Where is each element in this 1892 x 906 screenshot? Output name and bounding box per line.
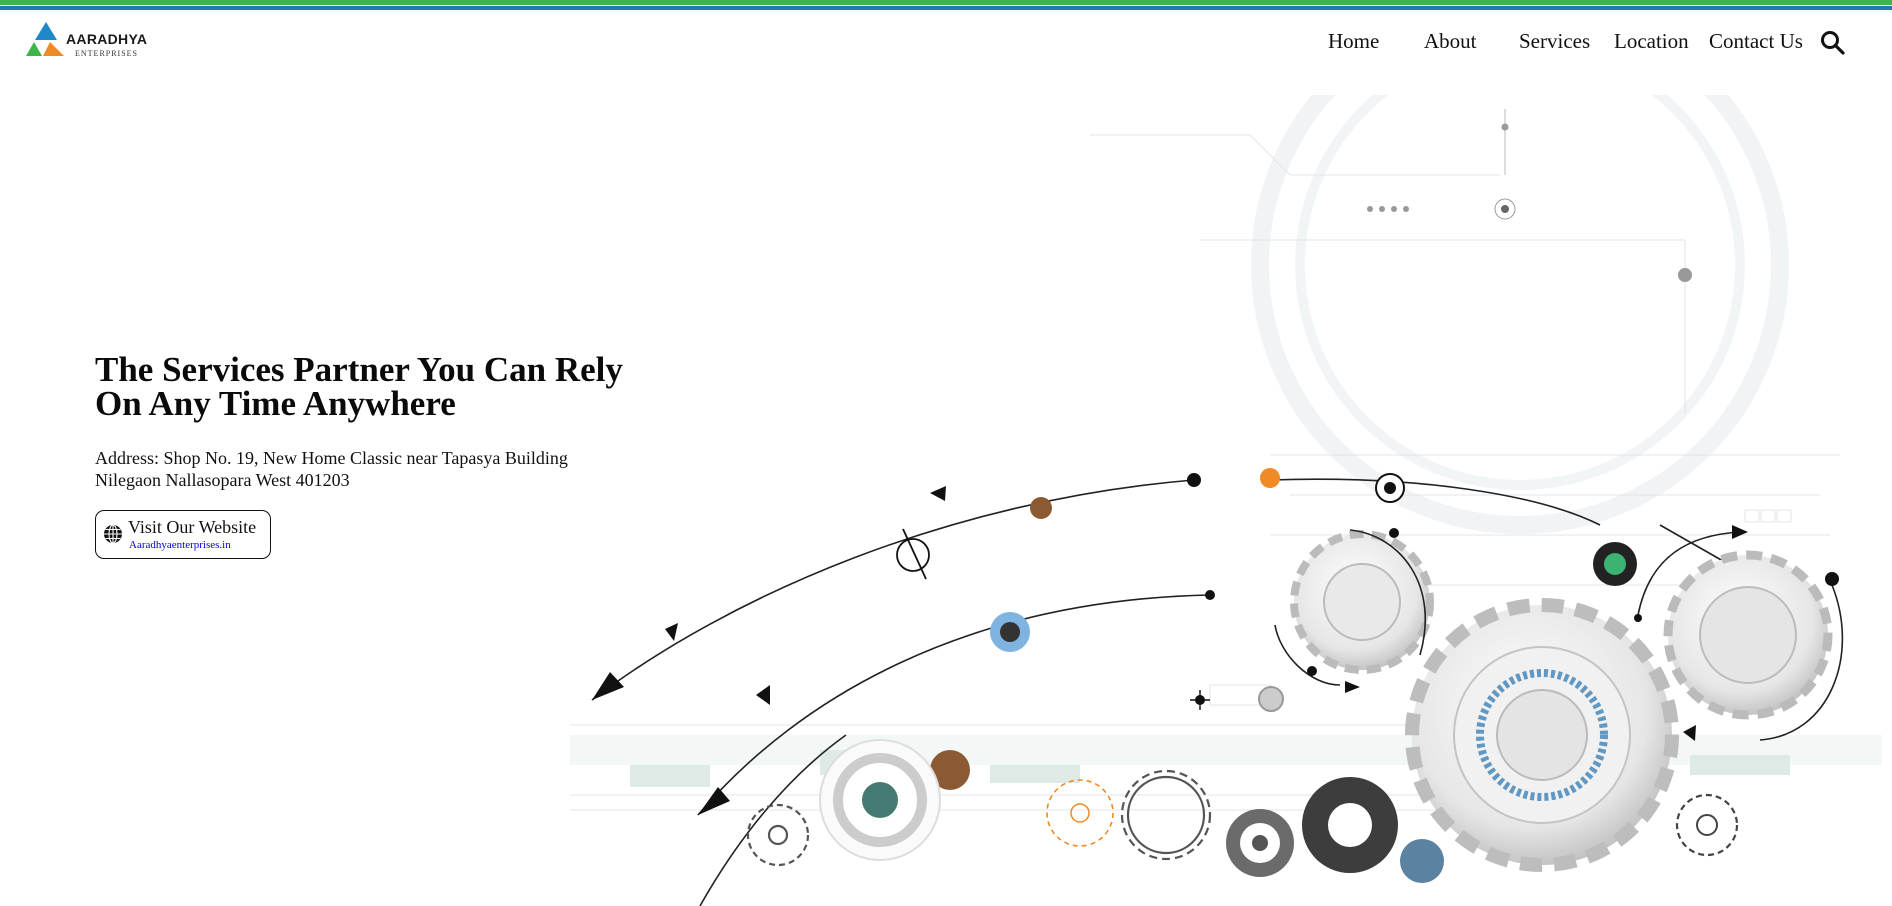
brand-name: AARADHYA — [66, 31, 148, 47]
hero-title: The Services Partner You Can Rely On Any… — [95, 350, 623, 423]
website-url-link[interactable]: Aaradhyaenterprises.in — [129, 539, 231, 551]
hero-address: Address: Shop No. 19, New Home Classic n… — [95, 448, 568, 490]
nav-services[interactable]: Services — [1519, 29, 1590, 54]
brand-logo[interactable]: AARADHYA ENTERPRISES — [26, 22, 166, 62]
nav-contact-us[interactable]: Contact Us — [1709, 29, 1803, 54]
nav-location[interactable]: Location — [1614, 29, 1689, 54]
nav-about[interactable]: About — [1424, 29, 1477, 54]
gears-illustration — [570, 95, 1882, 906]
brand-tagline: ENTERPRISES — [75, 49, 139, 58]
top-accent-bar — [0, 0, 1892, 11]
visit-website-button[interactable]: Visit Our Website Aaradhyaenterprises.in — [95, 510, 271, 559]
visit-website-label: Visit Our Website — [128, 517, 257, 537]
nav-home[interactable]: Home — [1328, 29, 1379, 54]
search-icon[interactable] — [1820, 30, 1846, 56]
logo-mark-icon — [26, 22, 64, 56]
globe-icon — [104, 524, 122, 544]
